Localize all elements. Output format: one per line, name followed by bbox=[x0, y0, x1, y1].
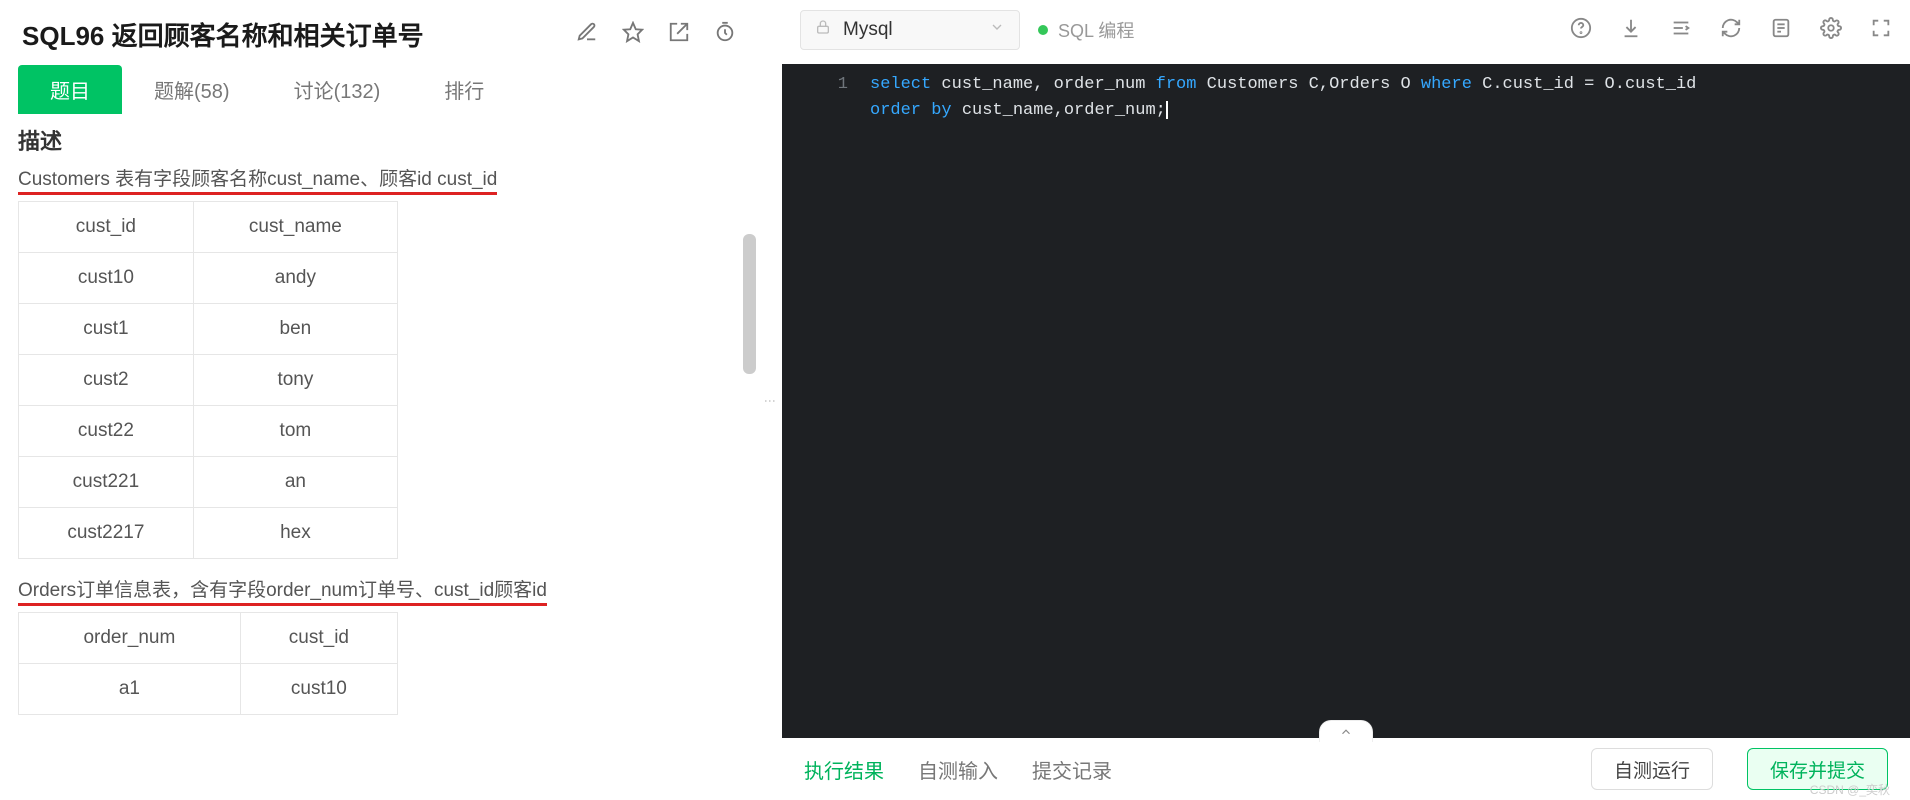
kw-select: select bbox=[870, 75, 931, 94]
desc-para1: Customers 表有字段顾客名称cust_name、顾客id cust_id bbox=[18, 164, 740, 191]
tab-rank[interactable]: 排行 bbox=[412, 65, 516, 114]
table-row: a1cust10 bbox=[19, 664, 398, 715]
tab-history[interactable]: 提交记录 bbox=[1032, 755, 1112, 784]
notes-icon[interactable] bbox=[1770, 17, 1792, 44]
table-header: cust_id bbox=[240, 613, 397, 664]
code-area[interactable]: select cust_name, order_num from Custome… bbox=[866, 64, 1910, 738]
code-cond: C.cust_id = O.cust_id bbox=[1472, 75, 1696, 94]
watermark: CSDN @_奕秋 bbox=[1810, 781, 1890, 798]
pane-splitter[interactable]: ⋮ bbox=[758, 0, 782, 800]
table-row: cust2217hex bbox=[19, 508, 398, 559]
editor-toolbar: Mysql SQL 编程 bbox=[782, 0, 1910, 64]
left-tabs: 题目 题解(58) 讨论(132) 排行 bbox=[0, 65, 758, 114]
tab-result[interactable]: 执行结果 bbox=[804, 755, 884, 784]
edit-icon[interactable] bbox=[576, 21, 598, 48]
page-title: SQL96 返回顾客名称和相关订单号 bbox=[22, 16, 566, 53]
desc-para1-text: Customers 表有字段顾客名称cust_name、顾客id cust_id bbox=[18, 169, 497, 195]
left-panel: SQL96 返回顾客名称和相关订单号 题目 题解(58) 讨论(132) 排行 … bbox=[0, 0, 758, 800]
self-test-run-button[interactable]: 自测运行 bbox=[1591, 748, 1713, 790]
refresh-icon[interactable] bbox=[1720, 17, 1742, 44]
bottom-bar: 执行结果 自测输入 提交记录 自测运行 保存并提交 CSDN @_奕秋 bbox=[782, 738, 1910, 800]
kw-where: where bbox=[1421, 75, 1472, 94]
star-icon[interactable] bbox=[622, 21, 644, 48]
help-icon[interactable] bbox=[1570, 17, 1592, 44]
code-editor[interactable]: 1 select cust_name, order_num from Custo… bbox=[782, 64, 1910, 738]
settings-icon[interactable] bbox=[1820, 17, 1842, 44]
code-tables: Customers C,Orders O bbox=[1196, 75, 1420, 94]
table-row: cust2tony bbox=[19, 355, 398, 406]
status-dot-icon bbox=[1038, 25, 1048, 35]
line-gutter: 1 bbox=[782, 64, 866, 738]
share-icon[interactable] bbox=[668, 21, 690, 48]
editor-mode: SQL 编程 bbox=[1038, 17, 1134, 43]
tab-solution[interactable]: 题解(58) bbox=[122, 65, 262, 114]
scrollbar-thumb[interactable] bbox=[743, 234, 756, 374]
table-header: order_num bbox=[19, 613, 241, 664]
cursor bbox=[1166, 101, 1168, 119]
line-number: 1 bbox=[782, 72, 848, 98]
mode-label: SQL 编程 bbox=[1058, 17, 1134, 43]
title-toolbar bbox=[576, 21, 736, 48]
format-icon[interactable] bbox=[1670, 17, 1692, 44]
language-label: Mysql bbox=[843, 19, 893, 41]
code-ordercols: cust_name,order_num; bbox=[952, 101, 1166, 120]
desc-para2-text: Orders订单信息表，含有字段order_num订单号、cust_id顾客id bbox=[18, 580, 547, 606]
table-header: cust_name bbox=[193, 202, 397, 253]
chevron-down-icon bbox=[989, 19, 1005, 41]
kw-from: from bbox=[1156, 75, 1197, 94]
language-select[interactable]: Mysql bbox=[800, 10, 1020, 50]
tab-selftest-input[interactable]: 自测输入 bbox=[918, 755, 998, 784]
tab-problem[interactable]: 题目 bbox=[18, 65, 122, 114]
download-icon[interactable] bbox=[1620, 17, 1642, 44]
table-row: cust221an bbox=[19, 457, 398, 508]
section-heading-desc: 描述 bbox=[18, 124, 740, 156]
table-row: cust22tom bbox=[19, 406, 398, 457]
right-panel: Mysql SQL 编程 1 select cust_name, order_n… bbox=[782, 0, 1910, 800]
customers-table: cust_id cust_name cust10andy cust1ben cu… bbox=[18, 201, 398, 559]
kw-by: by bbox=[931, 101, 951, 120]
collapse-up-button[interactable] bbox=[1319, 720, 1373, 742]
table-header: cust_id bbox=[19, 202, 194, 253]
fullscreen-icon[interactable] bbox=[1870, 17, 1892, 44]
code-cols: cust_name, order_num bbox=[931, 75, 1155, 94]
editor-toolbar-icons bbox=[1570, 17, 1892, 44]
lock-icon bbox=[815, 19, 831, 41]
desc-para2: Orders订单信息表，含有字段order_num订单号、cust_id顾客id bbox=[18, 575, 740, 602]
timer-icon[interactable] bbox=[714, 21, 736, 48]
table-row: cust1ben bbox=[19, 304, 398, 355]
kw-order: order bbox=[870, 101, 921, 120]
table-row: cust10andy bbox=[19, 253, 398, 304]
orders-table: order_num cust_id a1cust10 bbox=[18, 612, 398, 715]
left-header: SQL96 返回顾客名称和相关订单号 bbox=[0, 0, 758, 65]
problem-body: 描述 Customers 表有字段顾客名称cust_name、顾客id cust… bbox=[0, 114, 758, 800]
tab-discuss[interactable]: 讨论(132) bbox=[262, 65, 413, 114]
